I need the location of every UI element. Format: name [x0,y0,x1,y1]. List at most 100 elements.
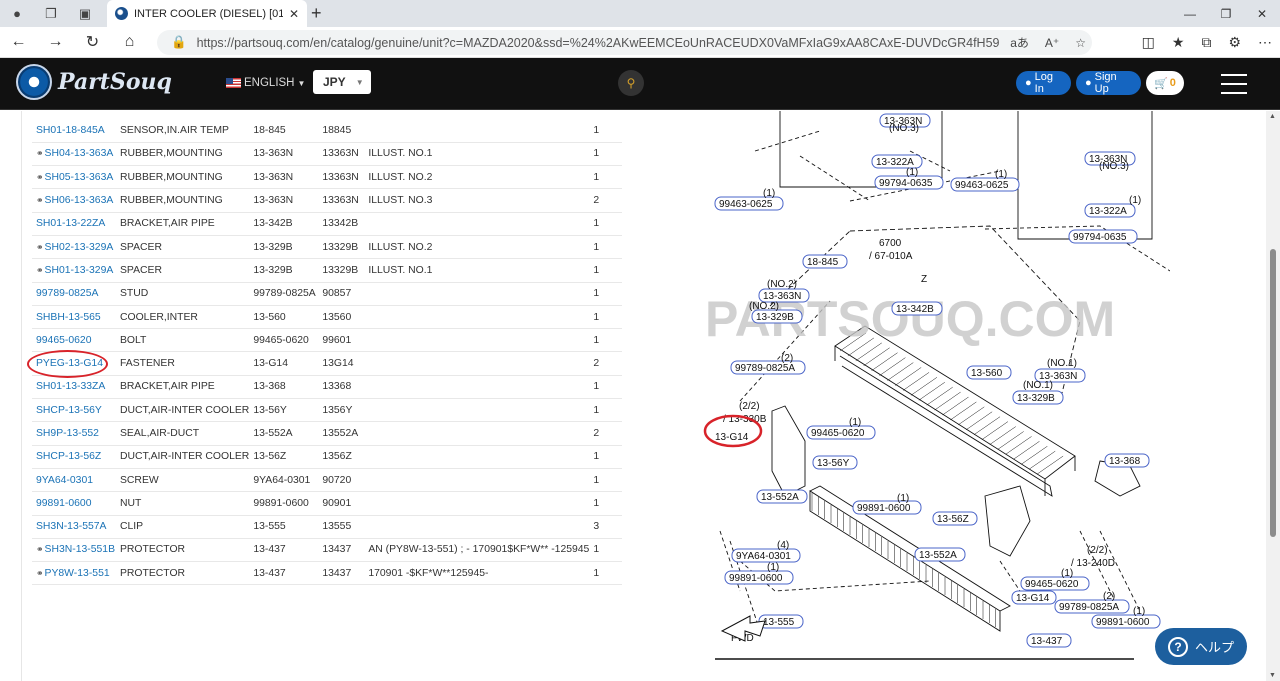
callout-label-l25[interactable]: 99891-0600 [857,503,911,514]
workspaces-icon[interactable]: ❐ [34,0,68,27]
part-number-link[interactable]: ⚭SH3N-13-551B [32,538,116,563]
scroll-down-icon[interactable]: ▼ [1269,672,1276,679]
callout-label-l21[interactable]: 99465-0620 [811,428,865,439]
close-window-icon[interactable]: ✕ [1244,0,1280,27]
callout-label-l30[interactable]: 99891-0600 [729,573,783,584]
maximize-icon[interactable]: ❐ [1208,0,1244,27]
callout-label-l15[interactable]: 99789-0825A [735,363,795,374]
callout-label-l32[interactable]: 13-G14 [1016,593,1050,604]
scroll-thumb[interactable] [1270,249,1276,537]
part-number-link[interactable]: SHCP-13-56Z [32,445,116,469]
callout-label-l24[interactable]: 13-552A [761,492,799,503]
part-number-link[interactable]: SH01-13-33ZA [32,375,116,400]
favorite-star-icon[interactable]: ☆ [1075,36,1092,50]
table-row[interactable]: SH9P-13-552 SEAL,AIR-DUCT 13-552A 13552A 2 [32,421,622,446]
part-number-link[interactable]: ⚭SH05-13-363A [32,165,116,190]
table-row[interactable]: ⚭SH3N-13-551B PROTECTOR 13-437 13437 AN (PY8… [32,538,622,563]
table-row[interactable]: 9YA64-0301 SCREW 9YA64-0301 90720 1 [32,468,622,493]
table-row[interactable]: 99891-0600 NUT 99891-0600 90901 1 [32,491,622,516]
callout-label-l9[interactable]: 18-845 [807,257,839,268]
part-number-link[interactable]: SH01-13-22ZA [32,212,116,236]
split-screen-icon[interactable]: ◫ [1142,34,1155,51]
scroll-up-icon[interactable]: ▲ [1269,113,1276,120]
part-number-link[interactable]: SHBH-13-565 [32,305,116,330]
back-icon[interactable]: ← [0,27,37,58]
language-selector[interactable]: ENGLISH ▼ [226,77,305,89]
read-aloud-icon[interactable]: aあ [1010,34,1035,51]
table-row[interactable]: SHCP-13-56Y DUCT,AIR-INTER COOLER 13-56Y 13… [32,398,622,423]
part-number-link[interactable]: ⚭SH06-13-363A [32,188,116,213]
table-row[interactable]: ⚭SH05-13-363A RUBBER,MOUNTING 13-363N 13363… [32,165,622,190]
table-row[interactable]: ⚭SH06-13-363A RUBBER,MOUNTING 13-363N 13363… [32,188,622,213]
close-tab-icon[interactable]: ✕ [289,7,299,21]
table-row[interactable]: ⚭PY8W-13-551 PROTECTOR 13-437 13437 170901 -… [32,561,622,586]
table-row[interactable]: SH01-18-845A SENSOR,IN.AIR TEMP 18-845 1884… [32,119,622,143]
callout-label-l33[interactable]: 99789-0825A [1059,602,1119,613]
table-row[interactable]: ⚭SH01-13-329A SPACER 13-329B 13329B ILLUST. … [32,258,622,283]
callout-label-l34[interactable]: 99891-0600 [1096,617,1150,628]
callout-label-l16[interactable]: 13-560 [971,368,1003,379]
logo-text[interactable]: PartSouq [58,69,172,95]
currency-select[interactable]: JPY ▼ [313,70,371,94]
part-number-link[interactable]: ⚭PY8W-13-551 [32,561,116,586]
part-number-link[interactable]: SH9P-13-552 [32,421,116,446]
part-number-link[interactable]: 99891-0600 [32,491,116,516]
table-row[interactable]: 99465-0620 BOLT 99465-0620 99601 1 [32,328,622,353]
part-number-link[interactable]: ⚭SH04-13-363A [32,142,116,167]
part-number-link[interactable]: ⚭SH01-13-329A [32,258,116,283]
hamburger-menu-icon[interactable] [1221,74,1247,101]
table-row[interactable]: SH01-13-22ZA BRACKET,AIR PIPE 13-342B 13342… [32,212,622,236]
part-number-link[interactable]: 99465-0620 [32,328,116,353]
table-row[interactable]: SH01-13-33ZA BRACKET,AIR PIPE 13-368 13368 1 [32,375,622,400]
callout-label-l28[interactable]: 13-552A [919,550,957,561]
part-number-link[interactable]: SH01-18-845A [32,119,116,143]
forward-icon[interactable]: → [37,27,74,58]
signup-button[interactable]: ● Sign Up [1076,71,1141,95]
login-button[interactable]: ● Log In [1016,71,1071,95]
partsouq-logo-icon[interactable] [16,64,52,100]
callout-label-l23[interactable]: 13-368 [1109,456,1141,467]
callout-label-l4[interactable]: 99463-0625 [719,199,773,210]
page-scrollbar[interactable]: ▲ ▼ [1266,111,1280,681]
callout-label-l36[interactable]: 13-437 [1031,636,1063,647]
callout-label-l22[interactable]: 13-56Y [817,458,850,469]
table-row[interactable]: ⚭SH02-13-329A SPACER 13-329B 13329B ILLUST. … [32,235,622,260]
part-number-link[interactable]: ⚭SH02-13-329A [32,235,116,260]
table-row[interactable]: SH3N-13-557A CLIP 13-555 13555 3 [32,515,622,539]
callout-label-l26[interactable]: 13-56Z [937,514,969,525]
refresh-icon[interactable]: ↻ [74,27,111,58]
part-number-link[interactable]: SHCP-13-56Y [32,398,116,423]
table-row[interactable]: SHBH-13-565 COOLER,INTER 13-560 13560 1 [32,305,622,330]
minimize-icon[interactable]: — [1172,0,1208,27]
tab-actions-icon[interactable]: ▣ [68,0,102,27]
callout-label-l7[interactable]: 13-322A [1089,206,1127,217]
callout-label-l35[interactable]: 13-555 [763,617,795,628]
extensions-icon[interactable]: ⚙ [1228,34,1241,51]
part-number-link[interactable]: 99789-0825A [32,282,116,306]
callout-label-l14[interactable]: 13-342B [896,304,934,315]
cart-button[interactable]: 🛒 0 [1146,71,1184,95]
collections-icon[interactable]: ⧉ [1201,34,1211,51]
callout-label-l31[interactable]: 99465-0620 [1025,579,1079,590]
home-icon[interactable]: ⌂ [111,27,148,58]
search-icon[interactable]: ⚲ [618,70,644,96]
callout-label-l5[interactable]: 99463-0625 [955,180,1009,191]
table-row[interactable]: 99789-0825A STUD 99789-0825A 90857 1 [32,282,622,306]
callout-label-l8[interactable]: 99794-0635 [1073,232,1127,243]
table-row[interactable]: SHCP-13-56Z DUCT,AIR-INTER COOLER 13-56Z 13… [32,445,622,469]
new-tab-icon[interactable]: + [311,3,322,24]
help-button[interactable]: ? ヘルプ [1155,628,1247,665]
callout-label-l27[interactable]: 9YA64-0301 [736,551,791,562]
url-field[interactable]: 🔒 https://partsouq.com/en/catalog/genuin… [157,30,1092,55]
text-size-icon[interactable]: A⁺ [1045,36,1065,50]
part-number-link[interactable]: 9YA64-0301 [32,468,116,493]
table-row[interactable]: PYEG-13-G14 FASTENER 13-G14 13G14 2 [32,351,622,376]
callout-label-l13[interactable]: 13-329B [756,312,794,323]
active-tab[interactable]: INTER COOLER (DIESEL) [01/02] | ✕ [107,0,307,27]
favorites-icon[interactable]: ★ [1172,34,1185,51]
profile-icon[interactable]: ● [0,0,34,27]
callout-label-l18[interactable]: 13-329B [1017,393,1055,404]
parts-diagram[interactable]: PARTSOUQ.COM 13-363N(NO.3)13-322A99794-0… [700,111,1170,671]
part-number-link[interactable]: SH3N-13-557A [32,515,116,539]
table-row[interactable]: ⚭SH04-13-363A RUBBER,MOUNTING 13-363N 13363… [32,142,622,167]
